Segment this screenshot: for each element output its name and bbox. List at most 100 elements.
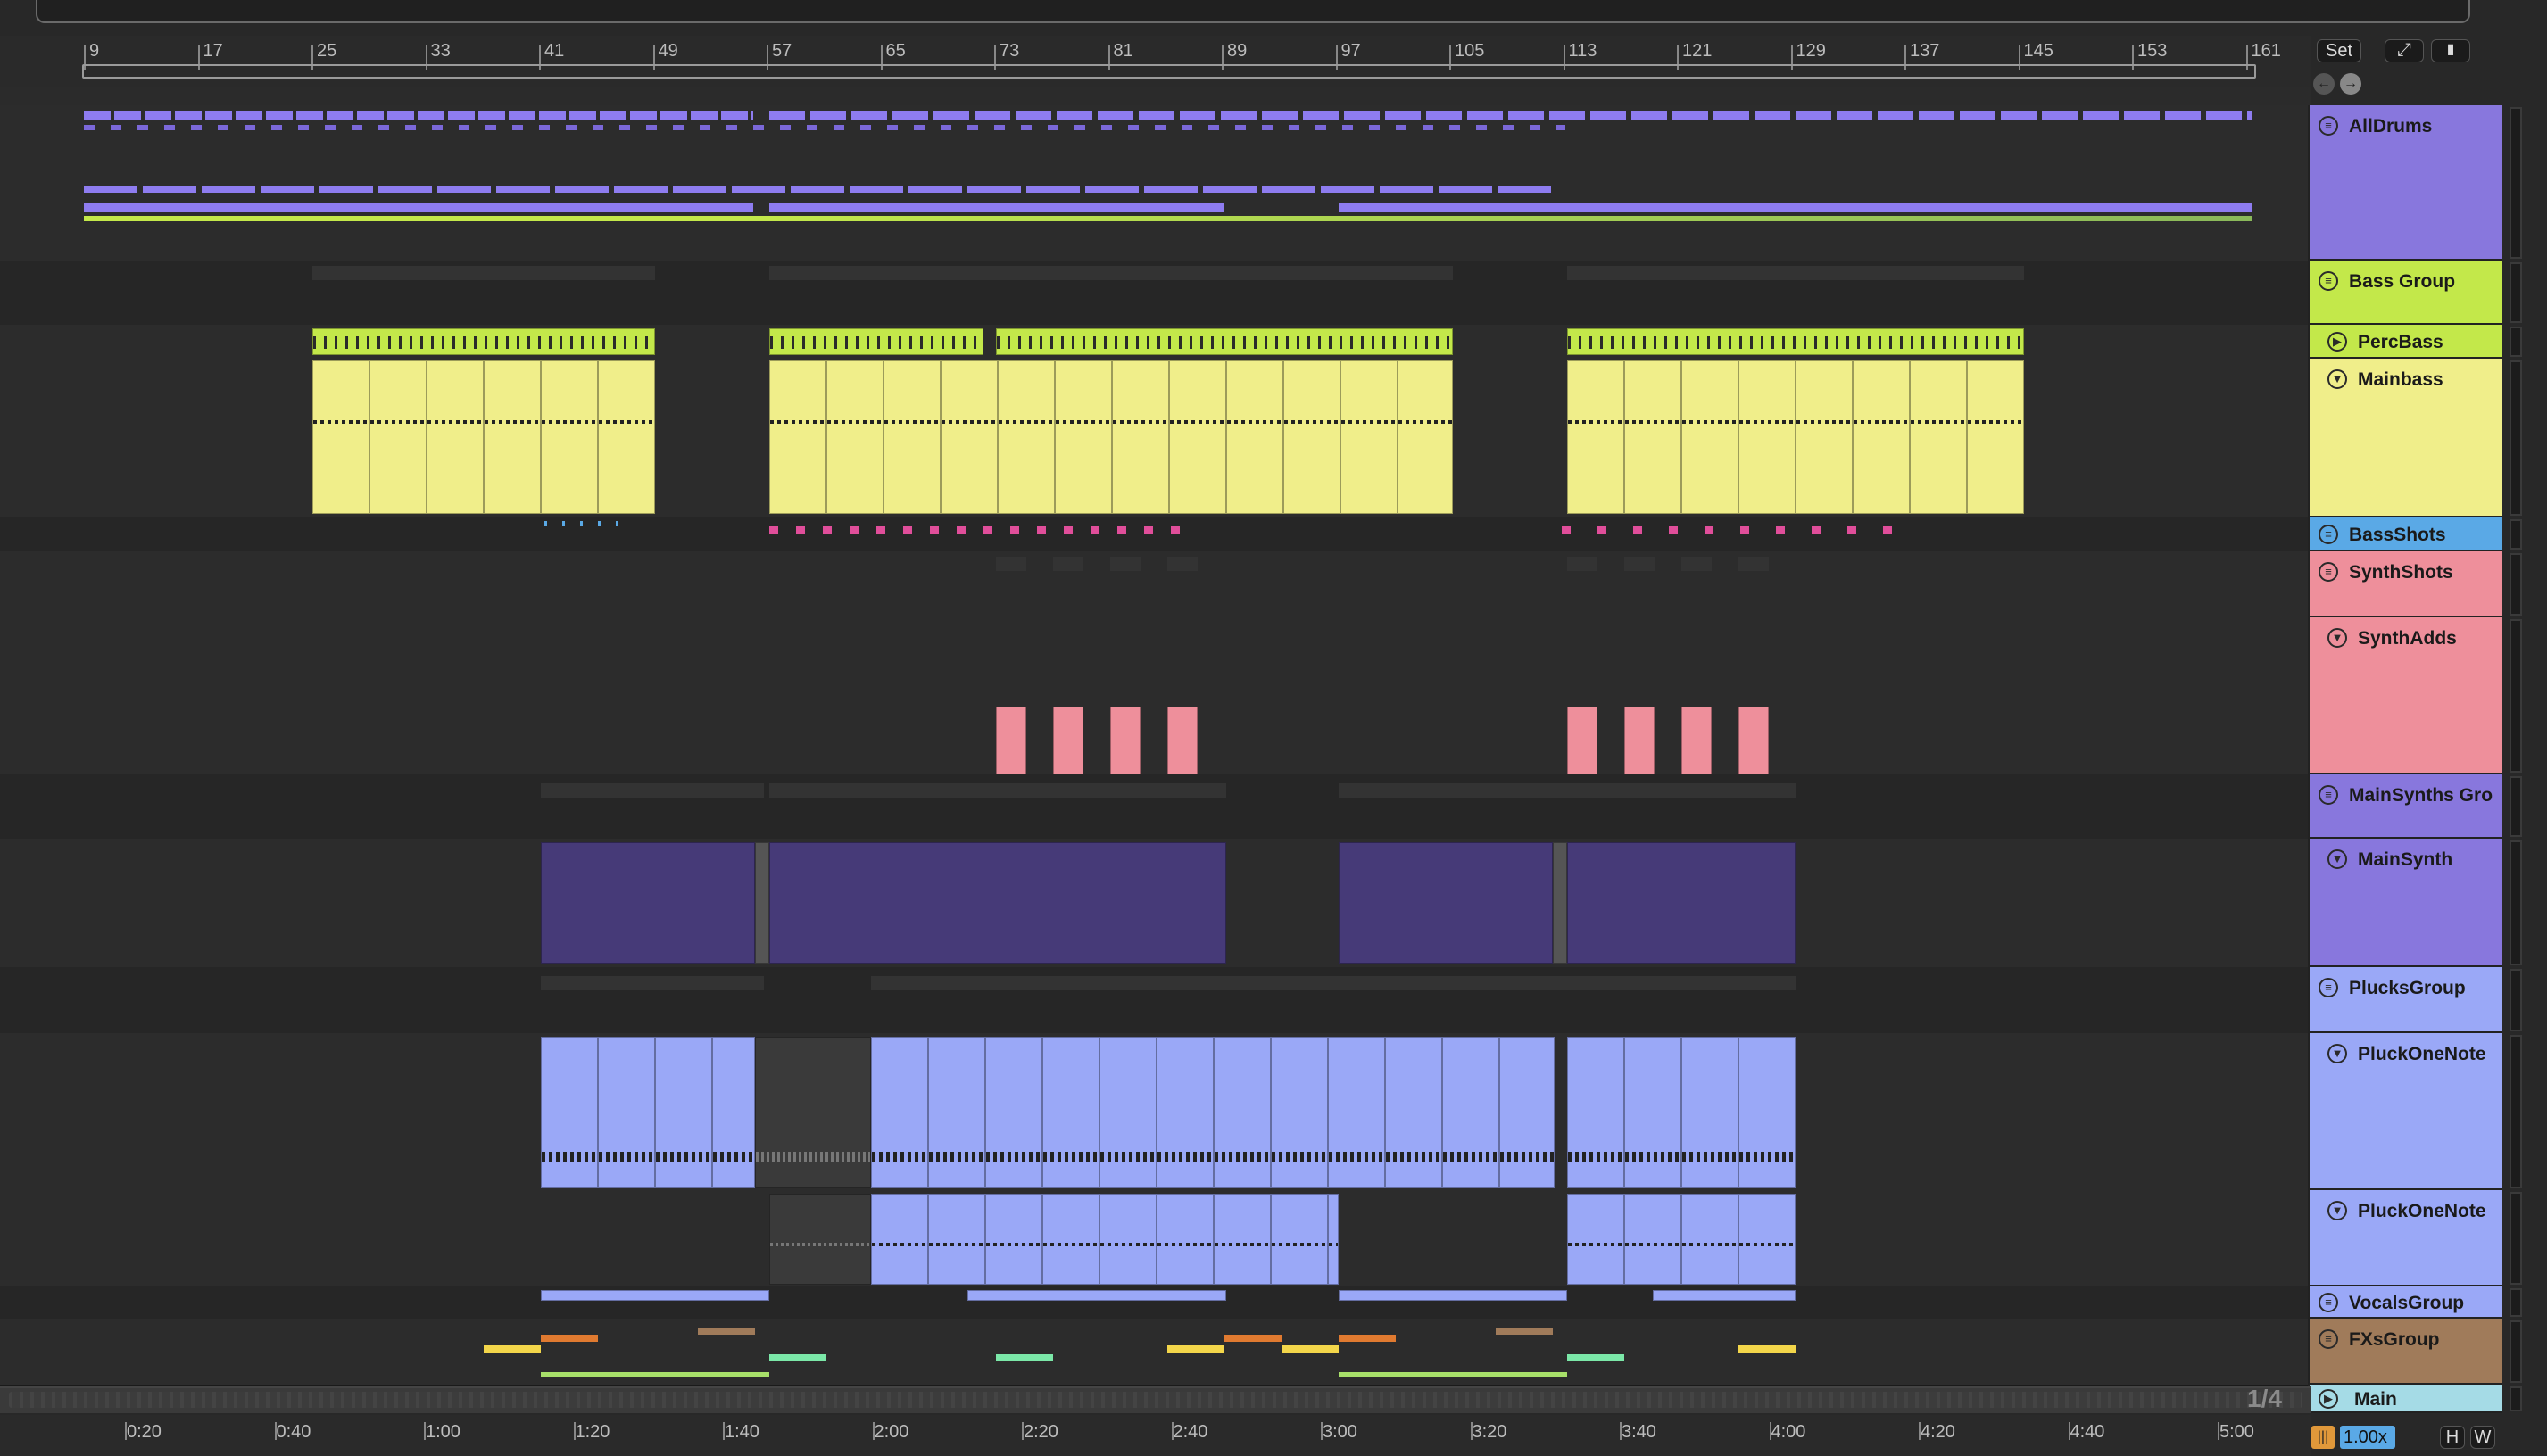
track-header-pluckonenote-2[interactable]: ▼ PluckOneNote (2308, 1190, 2502, 1286)
track-name: MainSynths Gro (2349, 785, 2493, 806)
track-meter (2510, 519, 2522, 550)
track-header-mainbass[interactable]: ▼ Mainbass (2308, 359, 2502, 517)
track-name: PluckOneNote (2358, 1044, 2486, 1064)
bar-number: 81 (1113, 41, 1133, 61)
tempo-follow-icon[interactable]: ||| (2311, 1426, 2335, 1449)
track-header-alldrums[interactable]: ≡ AllDrums (2308, 105, 2502, 261)
group-fold-icon[interactable]: ≡ (2319, 1293, 2338, 1312)
play-icon[interactable]: ▶ (2327, 332, 2347, 352)
bar-number: 73 (1000, 41, 1020, 61)
track-meter (2510, 776, 2522, 837)
track-header-synthadds[interactable]: ▼ SynthAdds (2308, 617, 2502, 774)
bar-number: 161 (2251, 41, 2281, 61)
arrangement-overview[interactable] (36, 0, 2470, 23)
zoom-field[interactable]: 1.00x (2340, 1426, 2395, 1449)
bar-number: 49 (658, 41, 678, 61)
time-label: 0:40 (276, 1422, 311, 1442)
track-name: SynthAdds (2358, 628, 2457, 649)
group-fold-icon[interactable]: ≡ (2319, 116, 2338, 136)
lane-bassshots[interactable] (0, 517, 2311, 553)
chevron-down-icon[interactable]: ▼ (2327, 1201, 2347, 1220)
group-fold-icon[interactable]: ≡ (2319, 785, 2338, 805)
track-header-percbass[interactable]: ▶ PercBass (2308, 325, 2502, 359)
bar-number: 25 (317, 41, 337, 61)
bar-number: 121 (1682, 41, 1713, 61)
track-name: PlucksGroup (2349, 978, 2466, 998)
group-fold-icon[interactable]: ≡ (2319, 562, 2338, 582)
lane-bass-group[interactable] (0, 261, 2311, 327)
lane-synthshots[interactable] (0, 551, 2311, 619)
track-header-synthshots[interactable]: ≡ SynthShots (2308, 551, 2502, 617)
track-header-vocalsgroup[interactable]: ≡ VocalsGroup (2308, 1286, 2502, 1319)
arrow-right-icon[interactable]: → (2340, 73, 2361, 95)
track-header-fxsgroup[interactable]: ≡ FXsGroup (2308, 1319, 2502, 1385)
time-label: 1:40 (725, 1422, 759, 1442)
group-fold-icon[interactable]: ≡ (2319, 1329, 2338, 1349)
bar-number: 97 (1340, 41, 1361, 61)
track-name: PercBass (2358, 332, 2443, 352)
track-name: VocalsGroup (2349, 1293, 2465, 1313)
play-icon[interactable]: ▶ (2319, 1389, 2338, 1409)
group-fold-icon[interactable]: ≡ (2319, 525, 2338, 544)
track-meter (2510, 1288, 2522, 1317)
lane-mainbass[interactable] (0, 359, 2311, 519)
track-name: SynthShots (2349, 562, 2453, 583)
track-name: MainSynth (2358, 849, 2453, 870)
lane-fxsgroup[interactable] (0, 1319, 2311, 1386)
set-button[interactable]: Set (2317, 39, 2361, 62)
chevron-down-icon[interactable]: ▼ (2327, 1044, 2347, 1063)
track-meter (2510, 840, 2522, 965)
time-label: 0:20 (127, 1422, 162, 1442)
track-header-bassshots[interactable]: ≡ BassShots (2308, 517, 2502, 551)
track-header-main[interactable]: ▶ Main (2308, 1385, 2502, 1413)
chevron-down-icon[interactable]: ▼ (2327, 628, 2347, 648)
arrow-left-icon[interactable]: ← (2313, 73, 2335, 95)
track-header-pluckonenote-1[interactable]: ▼ PluckOneNote (2308, 1033, 2502, 1190)
lane-percbass[interactable] (0, 325, 2311, 360)
bar-number: 129 (1796, 41, 1826, 61)
lane-pluckonenote-2[interactable] (0, 1190, 2311, 1288)
h-button[interactable]: H (2440, 1426, 2465, 1449)
track-name: AllDrums (2349, 116, 2433, 136)
time-label: 2:00 (874, 1422, 909, 1442)
group-fold-icon[interactable]: ≡ (2319, 978, 2338, 997)
w-button[interactable]: W (2470, 1426, 2495, 1449)
group-fold-icon[interactable]: ≡ (2319, 271, 2338, 291)
loop-brace[interactable] (82, 64, 2256, 79)
bar-number: 89 (1227, 41, 1248, 61)
time-label: 3:40 (1622, 1422, 1656, 1442)
track-header-bass-group[interactable]: ≡ Bass Group (2308, 261, 2502, 325)
track-meter (2510, 619, 2522, 773)
time-ruler[interactable]: 0:20 0:40 1:00 1:20 1:40 2:00 2:20 2:40 3:00 3:20… (0, 1415, 2311, 1456)
bar-number: 105 (1455, 41, 1485, 61)
lock-icon[interactable]: ▮ (2431, 39, 2470, 62)
track-name: FXsGroup (2349, 1329, 2440, 1350)
arrangement-lanes[interactable] (0, 87, 2311, 1386)
expand-arrows-icon[interactable]: ⤢ (2385, 39, 2424, 62)
chevron-down-icon[interactable]: ▼ (2327, 369, 2347, 389)
lane-mainsynths-group[interactable] (0, 774, 2311, 840)
horizontal-scrollbar[interactable] (9, 1392, 2302, 1408)
bar-number: 33 (430, 41, 451, 61)
chevron-down-icon[interactable]: ▼ (2327, 849, 2347, 869)
track-name: PluckOneNote (2358, 1201, 2486, 1221)
track-meter (2510, 107, 2522, 259)
bar-ruler[interactable]: 9 17 25 33 41 49 57 65 73 81 89 97 105 113 121 129 137 14… (0, 36, 2311, 87)
track-header-mainsynths-group[interactable]: ≡ MainSynths Gro (2308, 774, 2502, 839)
bar-number: 145 (2023, 41, 2053, 61)
track-name: BassShots (2349, 525, 2446, 545)
lane-plucksgroup[interactable] (0, 967, 2311, 1035)
bar-number: 17 (203, 41, 223, 61)
track-header-mainsynth[interactable]: ▼ MainSynth (2308, 839, 2502, 967)
track-meter (2510, 553, 2522, 616)
page-indicator: 1/4 (2247, 1385, 2282, 1412)
lane-synthadds[interactable] (0, 617, 2311, 860)
lane-pluckonenote-1[interactable] (0, 1033, 2311, 1192)
lane-alldrums[interactable] (0, 105, 2311, 262)
lane-vocalsgroup[interactable] (0, 1286, 2311, 1320)
bar-number: 153 (2137, 41, 2168, 61)
track-header-plucksgroup[interactable]: ≡ PlucksGroup (2308, 967, 2502, 1033)
track-meter (2510, 360, 2522, 516)
lane-mainsynth[interactable] (0, 839, 2311, 969)
track-meter (2510, 1192, 2522, 1285)
